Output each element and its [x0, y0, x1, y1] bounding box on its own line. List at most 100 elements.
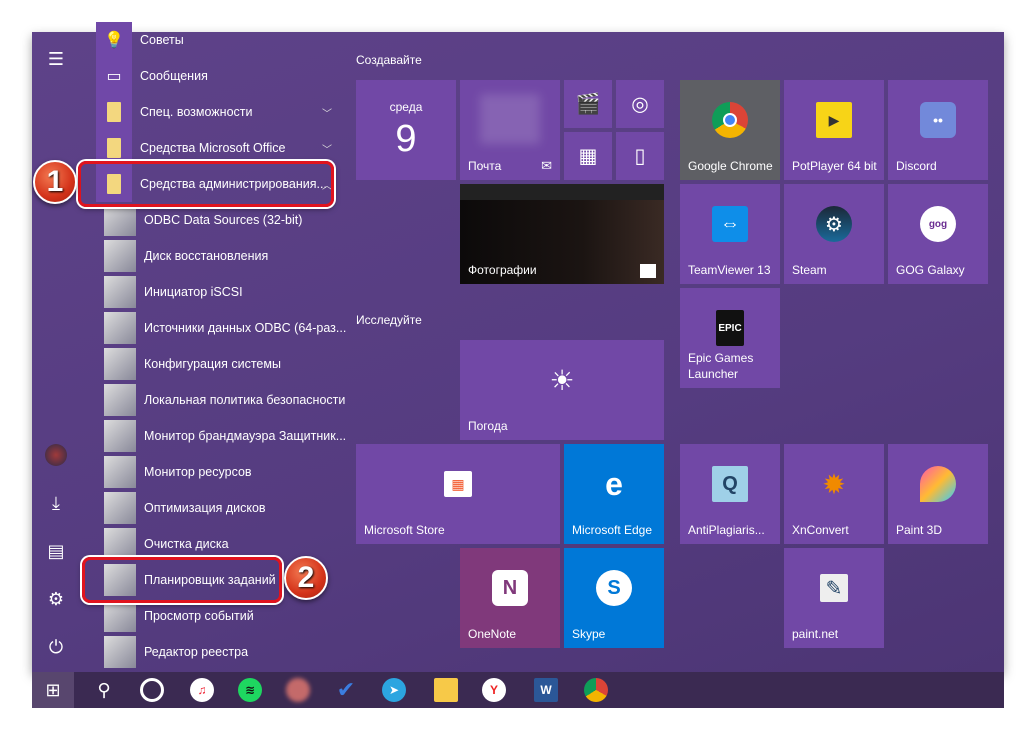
admin-tool-icon [104, 384, 136, 416]
folder-accessibility[interactable]: Спец. возможности ﹀ [96, 94, 340, 130]
admin-tool-item[interactable]: ODBC Data Sources (32-bit) [104, 202, 348, 238]
tile-onenote[interactable]: N OneNote [460, 548, 560, 648]
chevron-down-icon: ﹀ [322, 144, 332, 156]
chevron-down-icon: ﹀ [322, 108, 332, 120]
admin-tool-item[interactable]: Локальная политика безопасности [104, 382, 348, 418]
tile-potplayer[interactable]: ▶ PotPlayer 64 bit [784, 80, 884, 180]
admin-tool-icon [104, 240, 136, 272]
admin-tool-label: Оптимизация дисков [144, 501, 266, 515]
taskbar-app-itunes-icon[interactable]: ♫ [180, 672, 224, 708]
admin-tool-item[interactable]: Просмотр событий [104, 598, 348, 634]
admin-tool-item[interactable]: Источники данных ODBC (64-раз... [104, 310, 348, 346]
admin-tool-icon [104, 348, 136, 380]
start-rail: ☰ ⤓ ▤ ⚙ ⏻ [32, 32, 80, 672]
admin-tool-label: Локальная политика безопасности [144, 393, 346, 407]
taskbar-yandex-browser-icon[interactable]: Y [472, 672, 516, 708]
tile-steam[interactable]: ⚙ Steam [784, 184, 884, 284]
taskbar-app-pocketcasts-icon[interactable] [130, 672, 174, 708]
tile-antiplagiarism[interactable]: Q AntiPlagiaris... [680, 444, 780, 544]
admin-tool-label: Монитор брандмауэра Защитник... [144, 429, 347, 443]
taskbar-app-spotify-icon[interactable]: ≋ [228, 672, 272, 708]
admin-tool-label: Монитор ресурсов [144, 465, 252, 479]
gog-icon: gog [920, 206, 956, 242]
chrome-icon [712, 102, 748, 138]
antiplagiarism-icon: Q [712, 466, 748, 502]
admin-tool-icon [104, 204, 136, 236]
search-icon[interactable]: ⚲ [82, 672, 126, 708]
folder-icon [96, 94, 132, 130]
tile-calendar[interactable]: среда 9 [356, 80, 456, 180]
tile-mail[interactable]: Почта ✉ [460, 80, 560, 180]
paintnet-icon: ✎ [820, 574, 848, 602]
admin-tool-item[interactable]: Конфигурация системы [104, 346, 348, 382]
tile-skype[interactable]: S Skype [564, 548, 664, 648]
hamburger-menu-icon[interactable]: ☰ [32, 39, 80, 79]
taskbar-word-icon[interactable]: W [524, 672, 568, 708]
admin-tool-label: Очистка диска [144, 537, 229, 551]
tile-edge[interactable]: e Microsoft Edge [564, 444, 664, 544]
admin-tool-item[interactable]: Инициатор iSCSI [104, 274, 348, 310]
highlight-box-task-scheduler [82, 557, 282, 603]
power-icon[interactable]: ⏻ [32, 627, 80, 667]
admin-tool-label: Источники данных ODBC (64-раз... [144, 321, 347, 335]
admin-tool-icon [104, 312, 136, 344]
taskbar-app-telegram-icon[interactable]: ➤ [372, 672, 416, 708]
settings-gear-icon[interactable]: ⚙ [32, 579, 80, 619]
steam-icon: ⚙ [816, 206, 852, 242]
admin-tool-icon [104, 492, 136, 524]
app-list-item-tips[interactable]: 💡 Советы [96, 22, 340, 58]
taskbar-app-blurred-icon[interactable] [276, 672, 320, 708]
tile-photos[interactable]: Фотографии [460, 184, 664, 284]
tile-xnconvert[interactable]: ✹ XnConvert [784, 444, 884, 544]
highlight-box-admin-tools [78, 161, 334, 207]
edge-icon: e [605, 465, 623, 502]
app-list-item-messages[interactable]: ▭ Сообщения [96, 58, 340, 94]
section-explore: Исследуйте [356, 313, 422, 327]
admin-tool-label: Инициатор iSCSI [144, 285, 243, 299]
taskbar-chrome-icon[interactable] [574, 672, 618, 708]
start-button[interactable]: ⊞ [32, 672, 74, 708]
admin-tool-item[interactable]: Монитор брандмауэра Защитник... [104, 418, 348, 454]
tile-calculator[interactable]: ▦ [564, 132, 612, 180]
downloads-icon[interactable]: ⤓ [32, 483, 80, 523]
tile-groove-music[interactable]: ◎ [616, 80, 664, 128]
admin-tool-icon [104, 528, 136, 560]
user-avatar[interactable] [32, 435, 80, 475]
store-bag-icon: ▦ [444, 471, 472, 497]
tile-movies[interactable]: 🎬 [564, 80, 612, 128]
file-explorer-icon[interactable]: ▤ [32, 531, 80, 571]
image-icon [640, 264, 656, 278]
section-create: Создавайте [356, 53, 422, 67]
skype-icon: S [596, 570, 632, 606]
taskbar-file-explorer-icon[interactable] [424, 672, 468, 708]
taskbar-app-todo-icon[interactable]: ✔ [324, 672, 368, 708]
tile-paint-3d[interactable]: Paint 3D [888, 444, 988, 544]
tile-teamviewer[interactable]: ⇔ TeamViewer 13 [680, 184, 780, 284]
onenote-icon: N [492, 570, 528, 606]
tile-discord[interactable]: •• Discord [888, 80, 988, 180]
admin-tool-label: Диск восстановления [144, 249, 269, 263]
lightbulb-icon: 💡 [96, 22, 132, 58]
admin-tool-icon [104, 456, 136, 488]
admin-tool-item[interactable]: Диск восстановления [104, 238, 348, 274]
callout-number-1: 1 [33, 160, 77, 204]
admin-tool-icon [104, 600, 136, 632]
tile-epic-games[interactable]: EPIC Epic Games Launcher [680, 288, 780, 388]
admin-tool-icon [104, 636, 136, 668]
tile-microsoft-store[interactable]: ▦ Microsoft Store [356, 444, 560, 544]
xnconvert-icon: ✹ [822, 468, 846, 500]
tile-paint-net[interactable]: ✎ paint.net [784, 548, 884, 648]
taskbar: ⊞ ⚲ ♫ ≋ ✔ ➤ Y W [32, 672, 1004, 708]
tile-phone[interactable]: ▯ [616, 132, 664, 180]
admin-tool-icon [104, 420, 136, 452]
admin-tool-item[interactable]: Монитор ресурсов [104, 454, 348, 490]
tile-google-chrome[interactable]: Google Chrome [680, 80, 780, 180]
discord-icon: •• [920, 102, 956, 138]
music-disc-icon: ◎ [631, 93, 649, 116]
tile-gog-galaxy[interactable]: gog GOG Galaxy [888, 184, 988, 284]
tile-weather[interactable]: ☀ Погода [460, 340, 664, 440]
admin-tool-item[interactable]: Редактор реестра [104, 634, 348, 670]
admin-tool-label: Редактор реестра [144, 645, 249, 659]
phone-icon: ▯ [634, 145, 646, 168]
admin-tool-item[interactable]: Оптимизация дисков [104, 490, 348, 526]
